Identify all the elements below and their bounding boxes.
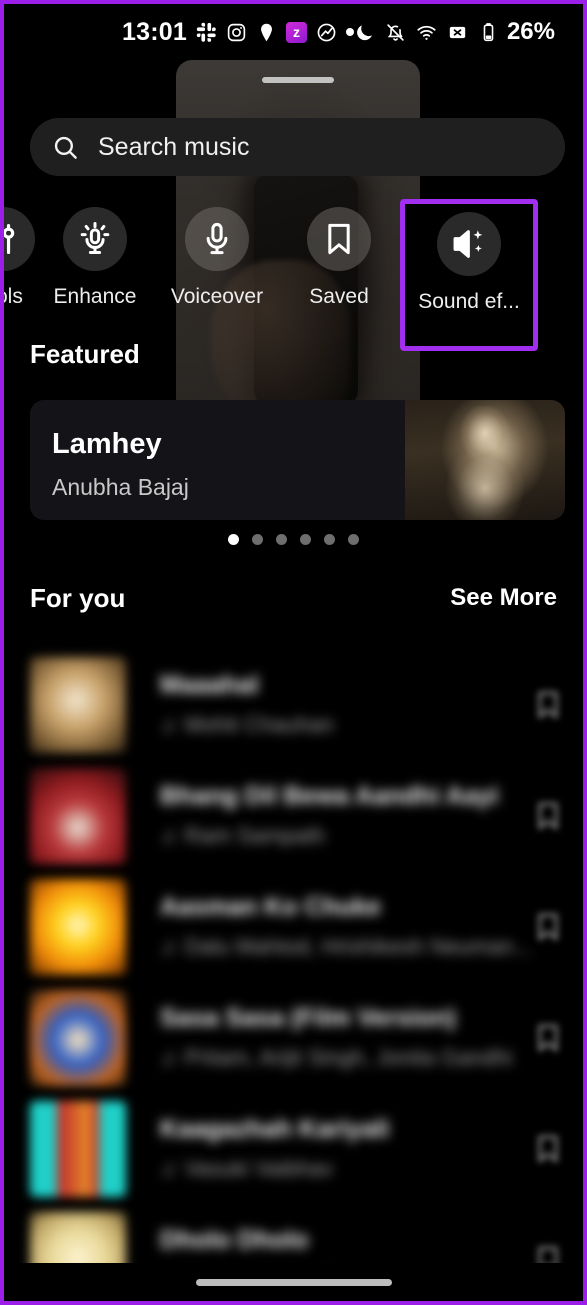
phone-screen: 13:01 z 26% Search music ls Enhance Voic… xyxy=(4,4,583,1301)
song-artist: ♫ Pritam, Arijit Singh, Jonita Gandhi xyxy=(160,1047,513,1069)
song-title: Bhang Dil Bewa Aandhi Aayi xyxy=(160,784,499,809)
song-title: Maaahal xyxy=(160,673,259,698)
system-navigation-bar xyxy=(4,1263,583,1301)
song-artist: ♫ Ram Sampath xyxy=(160,825,326,847)
tool-label: Saved xyxy=(309,285,369,308)
tool-label: Voiceover xyxy=(170,285,264,308)
song-title: Kaagazhah Kariyali xyxy=(160,1117,390,1142)
sheet-drag-handle xyxy=(262,77,334,83)
tool-label: Sound ef... xyxy=(418,290,520,313)
music-note-icon: ♫ xyxy=(160,825,177,847)
music-note-icon: ♫ xyxy=(160,1047,177,1069)
status-bar-right-group: 26% xyxy=(354,20,555,44)
song-list-item[interactable]: Aasman Ko Chuke ♫ Dalu Mahtod, Hrishikesh … xyxy=(4,871,583,982)
for-you-heading: For you xyxy=(30,583,126,613)
carousel-page-dots[interactable] xyxy=(4,534,583,545)
screenshot-frame: 13:01 z 26% Search music ls Enhance Voic… xyxy=(0,0,587,1305)
bookmark-icon[interactable] xyxy=(531,799,565,833)
battery-icon xyxy=(478,22,499,43)
song-list: Maaahal ♫ Mohit Chauhan Bhang Dil Bewa Aand… xyxy=(4,649,583,1301)
song-thumbnail xyxy=(30,1100,126,1197)
notification-dot-icon xyxy=(345,28,354,36)
microphone-icon xyxy=(185,207,249,271)
carousel-dot[interactable] xyxy=(276,534,287,545)
search-input[interactable]: Search music xyxy=(98,134,249,160)
carousel-dot[interactable] xyxy=(228,534,239,545)
song-artist: ♫ Vasuki Vaibhav xyxy=(160,1158,333,1180)
no-sim-icon xyxy=(447,22,468,43)
carousel-dot[interactable] xyxy=(324,534,335,545)
bookmark-icon[interactable] xyxy=(531,910,565,944)
see-more-link[interactable]: See More xyxy=(450,586,557,610)
instagram-icon xyxy=(226,22,247,43)
search-bar[interactable]: Search music xyxy=(30,118,565,176)
song-list-item[interactable]: Maaahal ♫ Mohit Chauhan xyxy=(4,649,583,760)
featured-card[interactable]: Lamhey Anubha Bajaj xyxy=(30,400,565,520)
carousel-dot[interactable] xyxy=(348,534,359,545)
featured-title: Lamhey xyxy=(52,428,162,460)
music-note-icon: ♫ xyxy=(160,714,177,736)
song-thumbnail xyxy=(30,878,126,975)
bookmark-icon[interactable] xyxy=(531,1021,565,1055)
status-bar-left-group: 13:01 z xyxy=(122,17,354,46)
song-meta: Bhang Dil Bewa Aandhi Aayi ♫ Ram Sampath xyxy=(160,784,531,847)
song-list-item[interactable]: Sasa Sasa (Film Version) ♫ Pritam, Arijit … xyxy=(4,982,583,1093)
song-title: Aasman Ko Chuke xyxy=(160,895,381,920)
battery-percent-label: 26% xyxy=(506,18,555,45)
song-list-item[interactable]: Kaagazhah Kariyali ♫ Vasuki Vaibhav xyxy=(4,1093,583,1204)
bell-muted-icon xyxy=(385,22,406,43)
tool-label: trols xyxy=(4,285,23,308)
search-icon xyxy=(52,134,79,161)
do-not-disturb-moon-icon xyxy=(354,22,375,43)
home-gesture-pill[interactable] xyxy=(195,1278,392,1286)
song-meta: Maaahal ♫ Mohit Chauhan xyxy=(160,673,531,736)
slack-icon xyxy=(196,22,217,43)
song-thumbnail xyxy=(30,656,126,753)
tool-controls[interactable]: trols xyxy=(4,207,35,308)
tool-saved[interactable]: Saved xyxy=(278,207,400,307)
enhance-mic-icon xyxy=(63,207,127,271)
location-pin-icon xyxy=(256,22,277,43)
activity-app-icon xyxy=(316,22,337,43)
song-title: Sasa Sasa (Film Version) xyxy=(160,1006,456,1031)
sound-effects-icon xyxy=(437,212,501,276)
featured-heading: Featured xyxy=(30,339,140,369)
tool-enhance[interactable]: Enhance xyxy=(34,207,156,307)
song-meta: Sasa Sasa (Film Version) ♫ Pritam, Arijit … xyxy=(160,1006,531,1069)
sliders-controls-icon xyxy=(4,207,35,271)
music-note-icon: ♫ xyxy=(160,1158,177,1180)
carousel-dot[interactable] xyxy=(300,534,311,545)
z-app-badge-icon: z xyxy=(285,21,307,43)
featured-artwork xyxy=(405,400,565,520)
song-thumbnail xyxy=(30,767,126,864)
featured-artist: Anubha Bajaj xyxy=(52,474,189,500)
tool-voiceover[interactable]: Voiceover xyxy=(156,207,278,307)
song-meta: Kaagazhah Kariyali ♫ Vasuki Vaibhav xyxy=(160,1117,531,1180)
song-thumbnail xyxy=(30,989,126,1086)
editing-tools-row: trols Enhance xyxy=(4,199,583,351)
status-bar: 13:01 z 26% xyxy=(4,4,583,60)
carousel-dot[interactable] xyxy=(252,534,263,545)
wifi-icon xyxy=(416,22,437,43)
song-title: Dholo Dholo xyxy=(160,1228,309,1253)
music-note-icon: ♫ xyxy=(160,936,177,958)
bookmark-icon[interactable] xyxy=(531,1132,565,1166)
tool-sound-effects[interactable]: Sound ef... xyxy=(400,199,538,351)
song-list-item[interactable]: Bhang Dil Bewa Aandhi Aayi ♫ Ram Sampath xyxy=(4,760,583,871)
song-artist: ♫ Mohit Chauhan xyxy=(160,714,334,736)
song-artist: ♫ Dalu Mahtod, Hrishikesh Neuman... xyxy=(160,936,531,958)
bookmark-icon xyxy=(307,207,371,271)
bookmark-icon[interactable] xyxy=(531,688,565,722)
status-clock: 13:01 xyxy=(122,17,187,46)
song-meta: Aasman Ko Chuke ♫ Dalu Mahtod, Hrishikesh … xyxy=(160,895,531,958)
tool-label: Enhance xyxy=(53,285,137,308)
